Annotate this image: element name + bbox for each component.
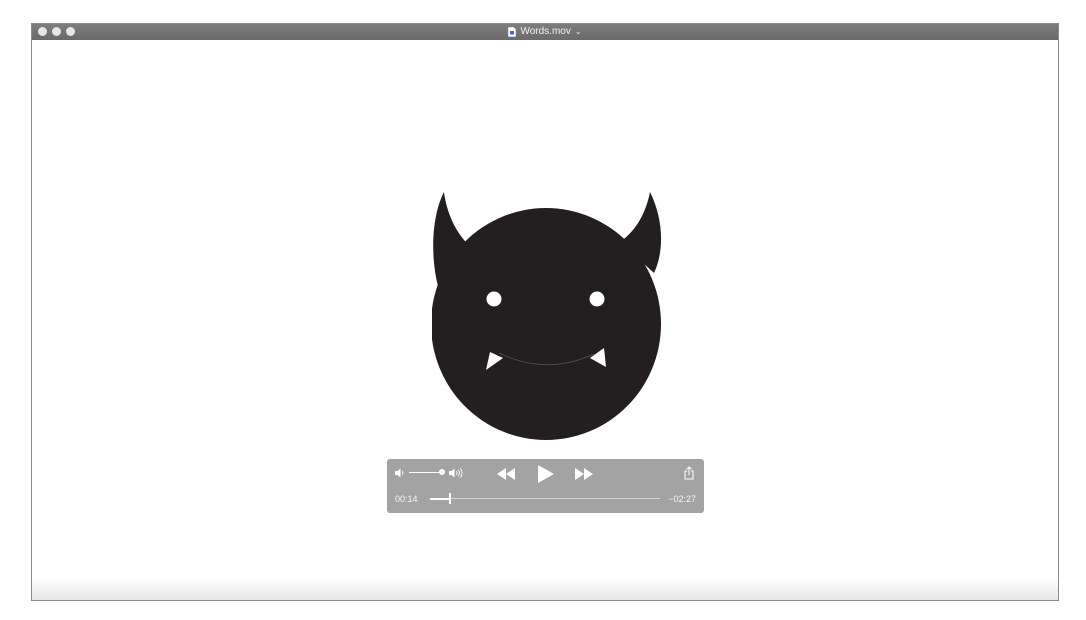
chevron-down-icon[interactable]: ⌄ xyxy=(575,24,582,40)
fast-forward-icon[interactable] xyxy=(574,467,594,481)
timeline-progress xyxy=(430,498,450,500)
window-controls xyxy=(38,27,75,36)
devil-head xyxy=(432,208,661,440)
remaining-time: −02:27 xyxy=(668,494,696,504)
playhead-handle[interactable] xyxy=(449,493,451,504)
speaker-low-icon[interactable] xyxy=(394,467,408,479)
share-icon[interactable] xyxy=(683,466,695,480)
rewind-icon[interactable] xyxy=(496,467,516,481)
left-eye xyxy=(486,291,502,307)
window-title-text: Words.mov xyxy=(520,26,571,37)
title-bar[interactable]: Words.mov ⌄ xyxy=(32,24,1058,40)
document-icon xyxy=(508,27,517,37)
play-icon[interactable] xyxy=(537,464,555,484)
playback-controls[interactable]: 00:14 −02:27 xyxy=(387,459,704,513)
zoom-window-button[interactable] xyxy=(66,27,75,36)
right-eye xyxy=(589,291,605,307)
volume-slider-knob[interactable] xyxy=(439,469,445,475)
volume-slider-track[interactable] xyxy=(409,472,441,473)
elapsed-time: 00:14 xyxy=(395,494,418,504)
window-title[interactable]: Words.mov ⌄ xyxy=(508,24,582,40)
player-window: Words.mov ⌄ 00:14 −02:27 xyxy=(31,23,1059,601)
bottom-shadow xyxy=(32,578,1058,600)
timeline-track xyxy=(430,498,660,499)
close-window-button[interactable] xyxy=(38,27,47,36)
video-stage[interactable]: 00:14 −02:27 xyxy=(32,40,1058,600)
minimize-window-button[interactable] xyxy=(52,27,61,36)
speaker-high-icon[interactable] xyxy=(448,467,466,479)
devil-face-video-frame xyxy=(432,192,662,440)
timeline-scrubber[interactable] xyxy=(430,493,660,504)
